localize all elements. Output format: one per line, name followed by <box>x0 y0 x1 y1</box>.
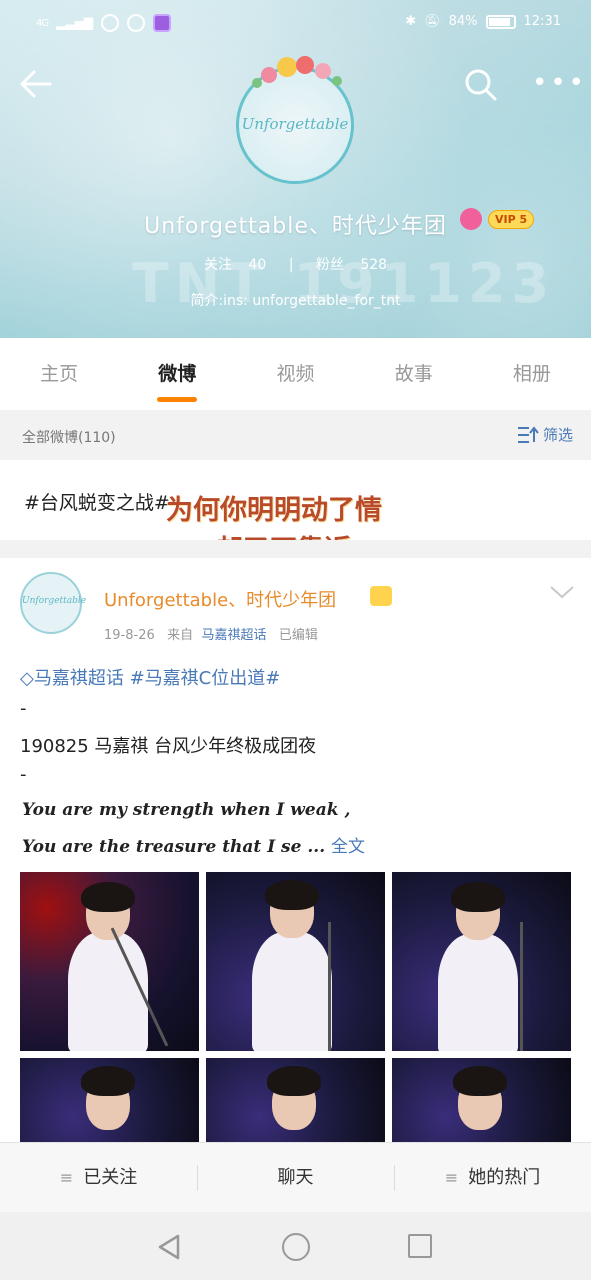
section-divider <box>0 540 591 558</box>
followed-button[interactable]: ≡ 已关注 <box>0 1143 197 1212</box>
profile-avatar[interactable]: Unforgettable <box>236 56 354 184</box>
profile-tabs: 主页 微博 视频 故事 相册 <box>0 338 591 410</box>
filter-icon <box>517 425 539 443</box>
post-edited: 已编辑 <box>278 628 318 643</box>
battery-icon <box>485 14 516 29</box>
post-tags-text: 马嘉祺超话 #马嘉祺C位出道# <box>33 668 281 689</box>
more-options-icon[interactable]: ••• <box>532 70 584 100</box>
chat-label: 聊天 <box>277 1167 314 1188</box>
post-photo[interactable] <box>206 1058 385 1142</box>
avatar-label: Unforgettable <box>241 115 349 133</box>
profile-header: TNT 191123 4G ▂▃▅▇ ✱ 🔕︎ 84% 12:31 ••• Un… <box>0 0 591 338</box>
chat-button[interactable]: 聊天 <box>197 1143 394 1212</box>
menu-icon: ≡ <box>59 1168 74 1187</box>
flower-wreath-icon <box>252 56 342 88</box>
fans-count: 528 <box>360 257 388 273</box>
tab-video[interactable]: 视频 <box>236 338 354 410</box>
overlay-caption-line1: 为何你明明动了情 <box>166 495 382 526</box>
post-photo[interactable] <box>392 872 571 1051</box>
post-date: 19-8-26 <box>104 628 155 643</box>
follow-stat[interactable]: 关注 40 <box>198 257 272 273</box>
mute-icon: 🔕︎ <box>424 14 441 29</box>
signal-indicator: 4G <box>36 17 49 29</box>
vip-crown-icon <box>370 586 392 606</box>
nav-back-icon[interactable] <box>156 1233 182 1261</box>
post-meta: 19-8-26 来自 马嘉祺超话 已编辑 <box>104 624 318 643</box>
system-nav-bar <box>0 1212 591 1280</box>
follow-count: 40 <box>248 257 267 273</box>
post-photo[interactable] <box>206 872 385 1051</box>
pinned-topic-text: #台风蜕变之战# <box>24 492 170 514</box>
status-bar: 4G ▂▃▅▇ ✱ 🔕︎ 84% 12:31 <box>0 0 591 48</box>
fans-stat[interactable]: 粉丝 528 <box>310 257 393 273</box>
menu-icon: ≡ <box>444 1168 459 1187</box>
post-dash: - <box>20 698 27 719</box>
video-app-icon <box>153 14 172 32</box>
stats-divider: | <box>288 257 294 273</box>
nav-home-icon[interactable] <box>282 1233 310 1261</box>
search-icon[interactable] <box>464 68 498 102</box>
tab-weibo[interactable]: 微博 <box>118 338 236 410</box>
diamond-icon: ◇ <box>20 668 34 689</box>
clock: 12:31 <box>523 14 561 29</box>
tab-home[interactable]: 主页 <box>0 338 118 410</box>
signal-bars-icon: ▂▃▅▇ <box>56 16 94 30</box>
followed-label: 已关注 <box>83 1167 138 1188</box>
profile-intro: 简介:ins: unforgettable_for_tnt <box>190 293 401 309</box>
hot-posts-label: 她的热门 <box>468 1167 541 1188</box>
fans-label: 粉丝 <box>315 257 344 273</box>
chevron-down-icon[interactable] <box>548 582 576 602</box>
filter-button[interactable]: 筛选 <box>517 424 573 445</box>
post-from-label: 来自 <box>167 628 194 643</box>
post-photo[interactable] <box>392 1058 571 1142</box>
headset-icon <box>101 14 120 32</box>
post-english-line: You are the treasure that I se ... 全文 <box>22 832 365 857</box>
super-topic-badge-icon[interactable] <box>460 208 482 230</box>
post-avatar[interactable]: Unforgettable <box>20 572 87 634</box>
profile-screen: TNT 191123 4G ▂▃▅▇ ✱ 🔕︎ 84% 12:31 ••• Un… <box>0 0 591 1280</box>
post-dash: - <box>20 764 27 785</box>
post-source[interactable]: 马嘉祺超话 <box>201 628 266 643</box>
tab-story[interactable]: 故事 <box>355 338 473 410</box>
tab-album[interactable]: 相册 <box>473 338 591 410</box>
post-text-line: 190825 马嘉祺 台风少年终极成团夜 <box>20 736 317 757</box>
post-tags[interactable]: ◇马嘉祺超话 #马嘉祺C位出道# <box>20 664 280 690</box>
profile-username: Unforgettable、时代少年团 <box>144 214 447 239</box>
weibo-count: 全部微博(110) <box>22 430 116 446</box>
back-arrow-icon[interactable] <box>18 66 58 106</box>
kugou-icon <box>127 14 146 32</box>
filter-label: 筛选 <box>542 426 573 444</box>
hot-posts-button[interactable]: ≡ 她的热门 <box>394 1143 591 1212</box>
full-text-link[interactable]: 全文 <box>331 837 365 857</box>
follow-label: 关注 <box>203 257 232 273</box>
vip-badge[interactable]: VIP 5 <box>488 209 535 229</box>
bluetooth-icon: ✱ <box>405 14 417 29</box>
filter-bar: 全部微博(110) 筛选 <box>0 410 591 460</box>
post-photo[interactable] <box>20 872 199 1051</box>
nav-recent-icon[interactable] <box>408 1234 432 1258</box>
follow-stats: 关注 40 | 粉丝 528 <box>0 254 591 274</box>
post-avatar-label: Unforgettable <box>22 596 87 606</box>
battery-percent: 84% <box>448 14 478 29</box>
profile-action-bar: ≡ 已关注 聊天 ≡ 她的热门 <box>0 1142 591 1212</box>
post-english-text: You are the treasure that I se ... <box>22 837 326 857</box>
post-photo[interactable] <box>20 1058 199 1142</box>
post-english-line: You are my strength when I weak , <box>22 800 351 820</box>
weibo-post: Unforgettable Unforgettable、时代少年团 19-8-2… <box>0 558 591 1142</box>
name-row: Unforgettable、时代少年团 VIP 5 <box>0 208 591 240</box>
post-author[interactable]: Unforgettable、时代少年团 <box>104 586 336 612</box>
